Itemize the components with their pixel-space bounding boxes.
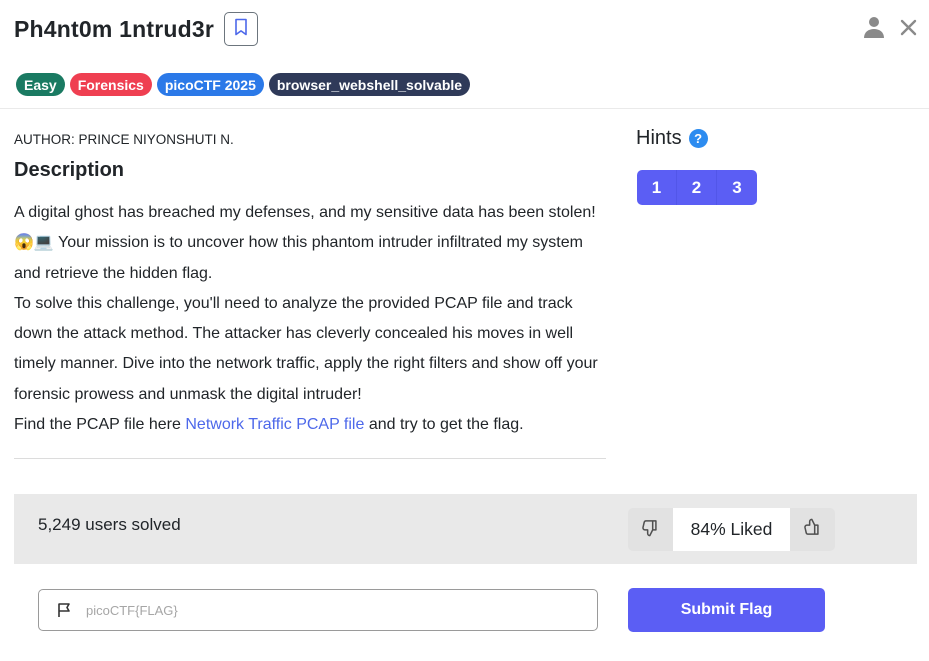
user-icon[interactable] <box>864 16 884 38</box>
tag-list: Easy Forensics picoCTF 2025 browser_webshel… <box>16 73 471 96</box>
hint-button-2[interactable]: 2 <box>677 170 717 205</box>
pcap-prefix-text: Find the PCAP file here <box>14 416 186 434</box>
challenge-header: Ph4nt0m 1ntrud3r <box>14 12 259 46</box>
hints-section: Hints ? 1 2 3 <box>636 127 757 205</box>
pcap-file-link[interactable]: Network Traffic PCAP file <box>185 416 364 433</box>
description-body: A digital ghost has breached my defenses… <box>14 198 614 440</box>
bookmark-button[interactable] <box>224 12 259 46</box>
rating-group: 84% Liked <box>628 508 835 551</box>
dislike-button[interactable] <box>628 508 673 551</box>
flag-input-wrapper[interactable] <box>38 589 598 631</box>
pcap-suffix-text: and try to get the flag. <box>364 416 524 434</box>
description-divider <box>14 458 606 459</box>
description-paragraph-1: A digital ghost has breached my defenses… <box>14 204 596 282</box>
tag-badge[interactable]: Easy <box>16 73 65 96</box>
help-icon[interactable]: ? <box>688 129 708 148</box>
stats-bar: 5,249 users solved 84% Liked <box>14 494 917 564</box>
thumbs-down-icon <box>641 518 660 542</box>
liked-percentage: 84% Liked <box>673 508 790 551</box>
like-button[interactable] <box>790 508 835 551</box>
flag-input[interactable] <box>86 602 566 618</box>
hint-button-group: 1 2 3 <box>637 170 757 205</box>
header-divider <box>0 108 929 109</box>
author-line: AUTHOR: PRINCE NIYONSHUTI N. <box>14 132 234 147</box>
flag-icon <box>57 602 71 618</box>
hints-title: Hints <box>636 127 682 149</box>
description-paragraph-2: To solve this challenge, you'll need to … <box>14 294 598 403</box>
description-paragraph-3: Find the PCAP file here Network Traffic … <box>14 410 614 440</box>
hints-heading: Hints ? <box>636 127 708 150</box>
tag-badge[interactable]: browser_webshell_solvable <box>268 73 471 96</box>
challenge-modal: Ph4nt0m 1ntrud3r Easy Forensics picoCTF 20… <box>0 0 929 661</box>
hint-button-1[interactable]: 1 <box>637 170 677 205</box>
thumbs-up-icon <box>803 518 822 542</box>
challenge-title: Ph4nt0m 1ntrud3r <box>14 15 215 42</box>
description-heading: Description <box>14 159 125 181</box>
bookmark-icon <box>234 18 248 41</box>
hint-button-3[interactable]: 3 <box>717 170 757 205</box>
tag-badge[interactable]: picoCTF 2025 <box>156 73 264 96</box>
solved-count: 5,249 users solved <box>38 515 181 534</box>
tag-badge[interactable]: Forensics <box>69 73 152 96</box>
header-actions <box>864 16 917 38</box>
close-icon[interactable] <box>900 19 917 36</box>
submit-flag-button[interactable]: Submit Flag <box>628 588 825 632</box>
